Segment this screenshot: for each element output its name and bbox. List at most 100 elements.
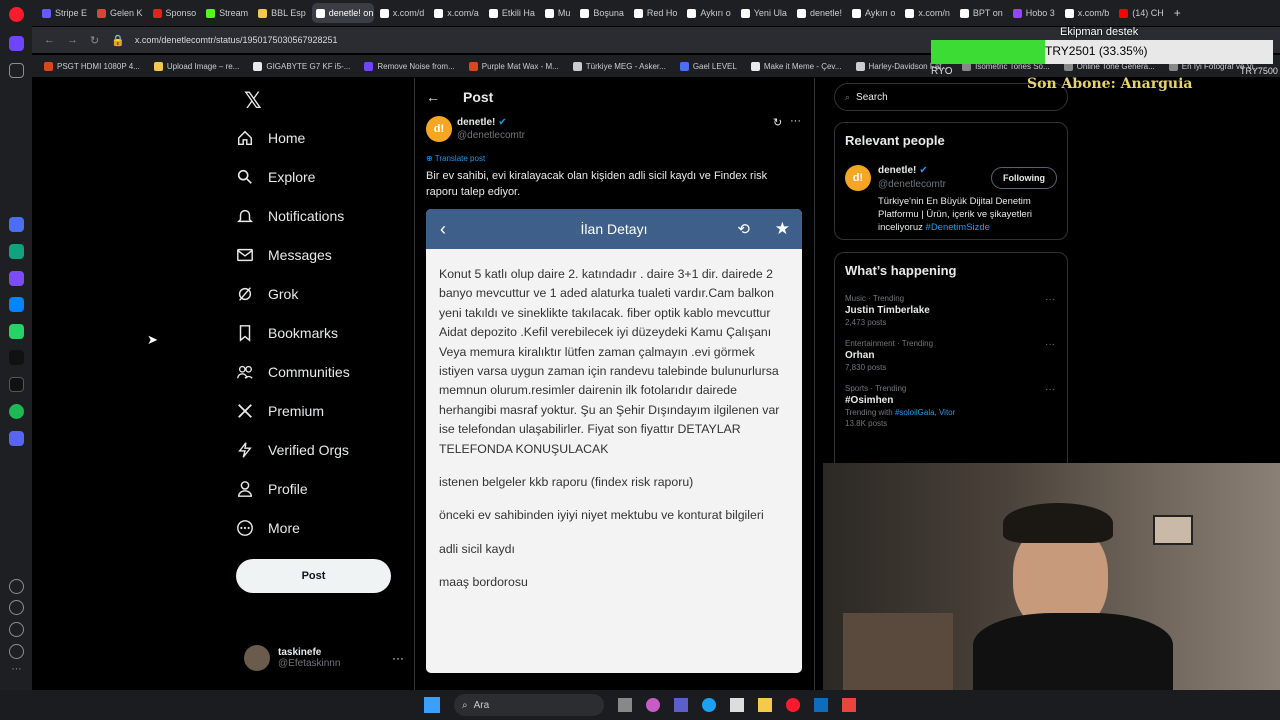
- author-avatar[interactable]: d!: [426, 116, 452, 142]
- nav-item-profile[interactable]: Profile: [236, 469, 411, 508]
- bookmark-item[interactable]: Purple Mat Wax - M...: [468, 61, 559, 71]
- browser-tab[interactable]: (14) CH: [1115, 3, 1168, 23]
- nav-item-home[interactable]: Home: [236, 118, 411, 157]
- taskbar-search[interactable]: ⌕ Ara: [454, 694, 604, 716]
- nav-item-bookmarks[interactable]: Bookmarks: [236, 313, 411, 352]
- x-app-icon[interactable]: [9, 377, 24, 392]
- browser-tab[interactable]: BBL Esp: [254, 3, 310, 23]
- browser-tab[interactable]: x.com/n: [901, 3, 954, 23]
- browser-tab[interactable]: Gelen K: [93, 3, 147, 23]
- browser-tab[interactable]: Yeni Ula: [737, 3, 791, 23]
- account-switcher[interactable]: taskinefe @Efetaskinnn ···: [244, 642, 404, 674]
- bookmark-item[interactable]: Türkiye MEG - Asker...: [572, 61, 666, 71]
- new-tab-icon[interactable]: +: [1174, 6, 1181, 20]
- more-icon[interactable]: ···: [1045, 339, 1055, 350]
- relevant-people-card: Relevant people d! denetle! ✔ @denetleco…: [834, 122, 1068, 240]
- file-explorer-icon[interactable]: [758, 698, 772, 712]
- search-input[interactable]: Search: [856, 92, 888, 103]
- nav-item-messages[interactable]: Messages: [236, 235, 411, 274]
- history-icon[interactable]: [9, 600, 24, 615]
- browser-tab[interactable]: Hobo 3: [1009, 3, 1059, 23]
- bookmark-item[interactable]: Make it Meme - Çev...: [750, 61, 842, 71]
- browser-tab[interactable]: Mu: [541, 3, 575, 23]
- outlook-icon[interactable]: [814, 698, 828, 712]
- browser-tab[interactable]: Boşuna: [576, 3, 628, 23]
- browser-tab[interactable]: Red Ho: [630, 3, 682, 23]
- more-icon[interactable]: ···: [392, 651, 404, 665]
- reload-icon[interactable]: ↻: [90, 34, 99, 47]
- trend-item[interactable]: Entertainment · Trending Orhan 7,830 posts…: [835, 333, 1067, 378]
- heart-icon[interactable]: [9, 579, 24, 594]
- teams-icon[interactable]: [674, 698, 688, 712]
- trend-item[interactable]: Sports · Trending #Osimhen Trending with #…: [835, 378, 1067, 434]
- more-icon[interactable]: ···: [790, 115, 801, 127]
- nav-item-premium[interactable]: Premium: [236, 391, 411, 430]
- forward-icon[interactable]: →: [67, 34, 78, 46]
- nav-item-grok[interactable]: Grok: [236, 274, 411, 313]
- bookmark-item[interactable]: GIGABYTE G7 KF i5-...: [253, 61, 350, 71]
- settings-icon[interactable]: [9, 622, 24, 637]
- browser-tab[interactable]: denetle! on X: [311, 3, 374, 23]
- bio-hashtag[interactable]: #DenetimSizde: [926, 222, 990, 233]
- app-taskbar-icon[interactable]: [842, 698, 856, 712]
- bookmark-item[interactable]: PSGT HDMI 1080P 4...: [44, 61, 140, 71]
- windows-start-icon[interactable]: [424, 697, 440, 713]
- opera-logo-icon[interactable]: [9, 7, 24, 22]
- star-icon[interactable]: [9, 63, 24, 78]
- lightbulb-icon[interactable]: [9, 644, 24, 659]
- spotify-icon[interactable]: [9, 404, 24, 419]
- nav-item-communities[interactable]: Communities: [236, 352, 411, 391]
- more-icon[interactable]: ⋯: [9, 664, 24, 679]
- back-arrow-icon[interactable]: ←: [426, 89, 440, 105]
- bookmark-item[interactable]: Upload Image – re...: [153, 61, 239, 71]
- nav-item-notifications[interactable]: Notifications: [236, 196, 411, 235]
- edge-icon[interactable]: [702, 698, 716, 712]
- grok-icon[interactable]: ↻: [773, 116, 782, 129]
- author-name-row[interactable]: denetle! ✔: [457, 117, 507, 128]
- taskbar-search-input[interactable]: Ara: [474, 700, 490, 711]
- messenger-icon[interactable]: [9, 297, 24, 312]
- person-icon: [237, 480, 253, 497]
- whatsapp-icon[interactable]: [9, 324, 24, 339]
- tiktok-icon[interactable]: [9, 350, 24, 365]
- browser-tab[interactable]: Aykırı o: [848, 3, 899, 23]
- trend-item[interactable]: Music · Trending Justin Timberlake 2,473 p…: [835, 288, 1067, 333]
- browser-tab[interactable]: Aykırı o: [683, 3, 734, 23]
- post-image[interactable]: ‹ İlan Detayı ⟲ ★ Konut 5 katlı olup dai…: [426, 209, 802, 673]
- task-view-icon[interactable]: [618, 698, 632, 712]
- chatgpt-icon[interactable]: [9, 244, 24, 259]
- browser-tab[interactable]: denetle!: [793, 3, 846, 23]
- nav-item-verified-orgs[interactable]: Verified Orgs: [236, 430, 411, 469]
- browser-tab[interactable]: x.com/a: [430, 3, 483, 23]
- copilot-icon[interactable]: [646, 698, 660, 712]
- browser-tab[interactable]: Sponso: [149, 3, 201, 23]
- post-button[interactable]: Post: [236, 559, 391, 593]
- nav-item-more[interactable]: More: [236, 508, 411, 547]
- person-name-row[interactable]: denetle! ✔: [878, 165, 928, 176]
- browser-tab[interactable]: Stream: [202, 3, 252, 23]
- bookmark-item[interactable]: Gael LEVEL: [679, 61, 737, 71]
- app-icon[interactable]: [9, 271, 24, 286]
- player-icon[interactable]: [9, 431, 24, 446]
- browser-tab[interactable]: x.com/b: [1061, 3, 1114, 23]
- back-icon[interactable]: ←: [44, 34, 55, 46]
- more-icon[interactable]: ···: [1045, 384, 1055, 395]
- browser-tab[interactable]: BPT on: [956, 3, 1007, 23]
- translate-link[interactable]: ⊕ Translate post: [426, 154, 485, 163]
- nav-item-explore[interactable]: Explore: [236, 157, 411, 196]
- aria-icon[interactable]: [9, 217, 24, 232]
- bookmark-item[interactable]: Remove Noise from...: [364, 61, 455, 71]
- url-field[interactable]: x.com/denetlecomtr/status/19501750305679…: [135, 35, 338, 45]
- store-icon[interactable]: [730, 698, 744, 712]
- browser-tab[interactable]: Stripe E: [38, 3, 91, 23]
- browser-tab[interactable]: x.com/d: [376, 3, 429, 23]
- trend-with-tags[interactable]: #soloilGala, Vitor: [895, 408, 955, 417]
- browser-tab[interactable]: Etkili Ha: [485, 3, 539, 23]
- home-icon[interactable]: [9, 36, 24, 51]
- following-button[interactable]: Following: [991, 167, 1057, 189]
- opera-taskbar-icon[interactable]: [786, 698, 800, 712]
- more-icon[interactable]: ···: [1045, 294, 1055, 305]
- x-logo-icon[interactable]: 𝕏: [244, 88, 262, 114]
- person-avatar[interactable]: d!: [845, 165, 871, 191]
- x-icon: [238, 403, 252, 418]
